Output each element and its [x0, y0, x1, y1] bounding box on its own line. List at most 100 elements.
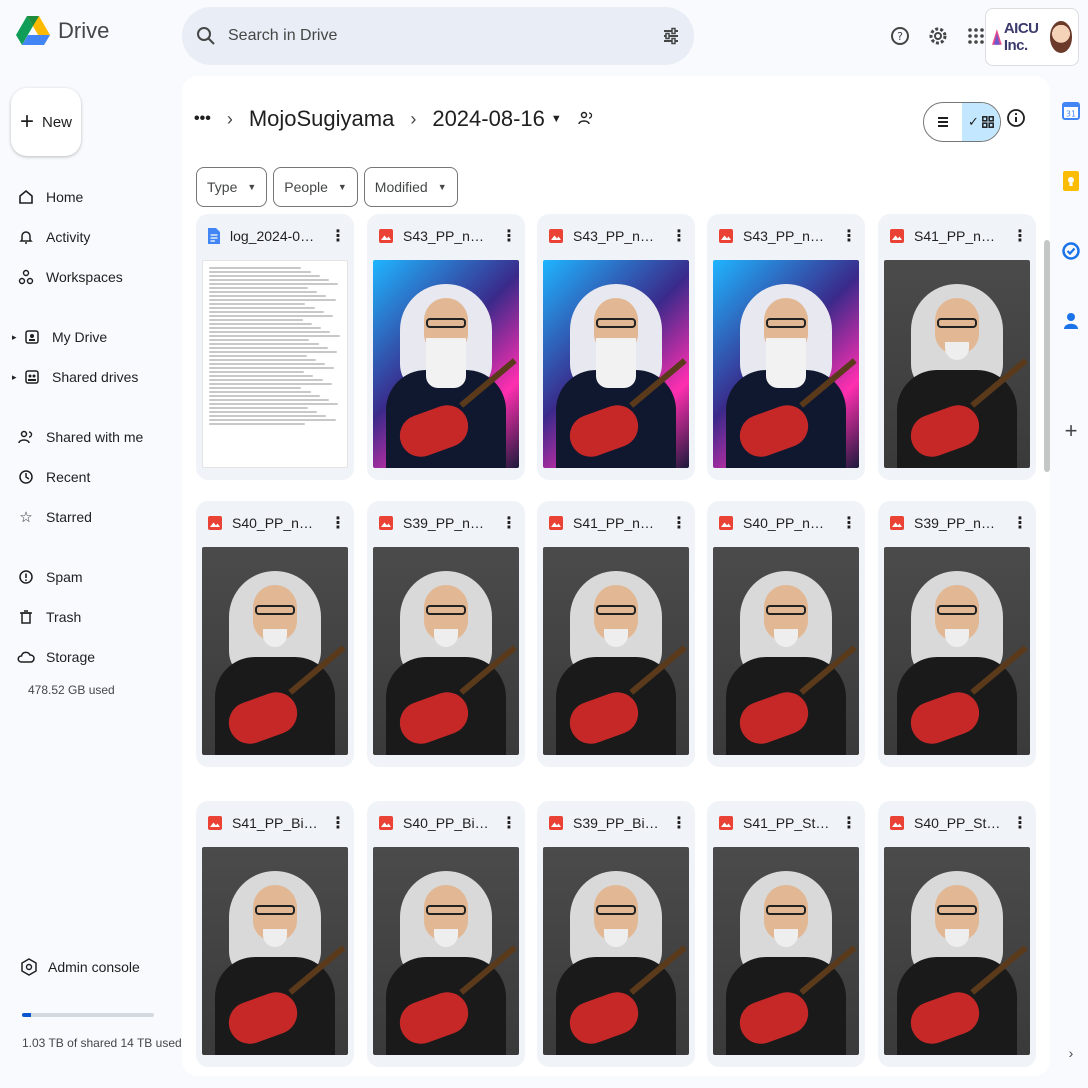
- portrait-glasses: [766, 605, 806, 615]
- help-icon[interactable]: ?: [884, 20, 916, 52]
- more-path-icon[interactable]: •••: [194, 110, 211, 128]
- file-thumbnail: [373, 547, 519, 755]
- more-options-icon[interactable]: ⋮: [841, 226, 857, 246]
- add-addon-icon[interactable]: +: [1060, 418, 1082, 443]
- file-card[interactable]: S43_PP_neon-punk.png ⋮: [367, 214, 525, 480]
- check-icon: ✓: [968, 114, 979, 129]
- file-card[interactable]: S39_PP_neon-punk.png ⋮: [367, 501, 525, 767]
- more-options-icon[interactable]: ⋮: [330, 813, 346, 833]
- portrait-glasses: [937, 318, 977, 328]
- sidebar-item-shared-with-me[interactable]: Shared with me: [16, 425, 143, 449]
- sidebar-item-activity[interactable]: Activity: [16, 225, 90, 249]
- more-options-icon[interactable]: ⋮: [1012, 813, 1028, 833]
- top-actions: ?: [884, 20, 992, 52]
- file-card-header: S41_PP_Biopunk.png ⋮: [196, 801, 354, 845]
- sidebar-item-trash[interactable]: Trash: [16, 605, 81, 629]
- expand-panel-icon[interactable]: ›: [1060, 1042, 1082, 1064]
- file-card[interactable]: S40_PP_neon-punk.png ⋮: [196, 501, 354, 767]
- file-card[interactable]: S40_PP_Biopunk.png ⋮: [367, 801, 525, 1067]
- sidebar-item-my-drive[interactable]: ▸ My Drive: [12, 325, 107, 349]
- search-input[interactable]: [228, 27, 662, 45]
- workspaces-icon: [16, 267, 36, 287]
- more-options-icon[interactable]: ⋮: [501, 513, 517, 533]
- file-name: S40_PP_neon-punk.png: [743, 515, 831, 531]
- file-thumbnail: [202, 847, 348, 1055]
- more-options-icon[interactable]: ⋮: [330, 513, 346, 533]
- portrait-glasses: [596, 905, 636, 915]
- doc-text-line: [209, 415, 327, 417]
- doc-text-line: [209, 311, 324, 313]
- file-name: S41_PP_neon-punk.png: [914, 228, 1002, 244]
- search-options-icon[interactable]: [662, 27, 680, 45]
- more-options-icon[interactable]: ⋮: [1012, 513, 1028, 533]
- sidebar-item-storage[interactable]: Storage: [16, 645, 95, 669]
- file-card[interactable]: log_2024-08-16.txt ⋮: [196, 214, 354, 480]
- file-card[interactable]: S41_PP_Biopunk.png ⋮: [196, 801, 354, 1067]
- search-icon[interactable]: [196, 26, 216, 46]
- expand-arrow-icon[interactable]: ▸: [12, 372, 18, 383]
- sidebar-item-workspaces[interactable]: Workspaces: [16, 265, 123, 289]
- breadcrumb-parent[interactable]: MojoSugiyama: [249, 106, 395, 132]
- portrait-beard: [766, 338, 806, 388]
- doc-text-line: [209, 331, 331, 333]
- filter-chips: Type ▼ People ▼ Modified ▼: [196, 167, 458, 207]
- tasks-icon[interactable]: [1060, 240, 1082, 262]
- sidebar-item-starred[interactable]: ☆ Starred: [16, 505, 92, 529]
- image-file-icon: [208, 516, 222, 530]
- grid-view-button[interactable]: ✓: [962, 103, 1000, 141]
- sidebar-item-recent[interactable]: Recent: [16, 465, 90, 489]
- shared-folder-icon[interactable]: [578, 106, 594, 132]
- file-card[interactable]: S40_PP_neon-punk.png ⋮: [707, 501, 865, 767]
- file-name: S40_PP_Steampunk.png: [914, 815, 1002, 831]
- sidebar-item-home[interactable]: Home: [16, 185, 83, 209]
- list-view-button[interactable]: [924, 103, 962, 141]
- scrollbar[interactable]: [1044, 240, 1050, 472]
- file-card[interactable]: S43_PP_neon-punk.png ⋮: [537, 214, 695, 480]
- file-card[interactable]: S43_PP_neon-punk.png ⋮: [707, 214, 865, 480]
- info-icon[interactable]: [1006, 108, 1026, 133]
- file-card[interactable]: S40_PP_Steampunk.png ⋮: [878, 801, 1036, 1067]
- more-options-icon[interactable]: ⋮: [841, 813, 857, 833]
- more-options-icon[interactable]: ⋮: [501, 813, 517, 833]
- account-switcher[interactable]: AICU Inc.: [985, 8, 1079, 66]
- sidebar-item-spam[interactable]: Spam: [16, 565, 83, 589]
- file-card-header: S40_PP_Biopunk.png ⋮: [367, 801, 525, 845]
- sidebar-item-label: Recent: [46, 469, 91, 485]
- calendar-icon[interactable]: 31: [1060, 100, 1082, 122]
- more-options-icon[interactable]: ⋮: [671, 226, 687, 246]
- more-options-icon[interactable]: ⋮: [330, 226, 346, 246]
- more-options-icon[interactable]: ⋮: [671, 813, 687, 833]
- file-card[interactable]: S39_PP_neon-punk.png ⋮: [878, 501, 1036, 767]
- admin-console-link[interactable]: Admin console: [20, 958, 140, 976]
- doc-text-line: [209, 411, 318, 413]
- more-options-icon[interactable]: ⋮: [501, 226, 517, 246]
- drive-logo[interactable]: Drive: [16, 16, 109, 46]
- chevron-right-icon: ›: [226, 108, 233, 129]
- file-card[interactable]: S41_PP_neon-punk.png ⋮: [878, 214, 1036, 480]
- search-bar[interactable]: [182, 7, 694, 65]
- modified-filter-chip[interactable]: Modified ▼: [363, 167, 458, 207]
- new-button[interactable]: + New: [11, 88, 81, 156]
- contacts-icon[interactable]: [1060, 310, 1082, 332]
- file-card[interactable]: S39_PP_Biopunk.png ⋮: [537, 801, 695, 1067]
- file-thumbnail: [202, 547, 348, 755]
- doc-text-line: [209, 279, 330, 281]
- sidebar-item-shared-drives[interactable]: ▸ Shared drives: [12, 365, 138, 389]
- sidebar-item-label: Starred: [46, 509, 92, 525]
- more-options-icon[interactable]: ⋮: [841, 513, 857, 533]
- doc-text-line: [209, 343, 319, 345]
- expand-arrow-icon[interactable]: ▸: [12, 332, 18, 343]
- more-options-icon[interactable]: ⋮: [1012, 226, 1028, 246]
- people-filter-chip[interactable]: People ▼: [273, 167, 358, 207]
- file-name: S43_PP_neon-punk.png: [403, 228, 491, 244]
- more-options-icon[interactable]: ⋮: [671, 513, 687, 533]
- avatar: [1049, 21, 1072, 53]
- type-filter-chip[interactable]: Type ▼: [196, 167, 268, 207]
- plus-icon: +: [19, 108, 34, 135]
- settings-icon[interactable]: [922, 20, 954, 52]
- keep-icon[interactable]: [1060, 170, 1082, 192]
- doc-text-line: [209, 315, 334, 317]
- file-card[interactable]: S41_PP_Steampunk.png ⋮: [707, 801, 865, 1067]
- file-card[interactable]: S41_PP_neon-punk.png ⋮: [537, 501, 695, 767]
- breadcrumb-current[interactable]: 2024-08-16 ▼: [432, 106, 561, 132]
